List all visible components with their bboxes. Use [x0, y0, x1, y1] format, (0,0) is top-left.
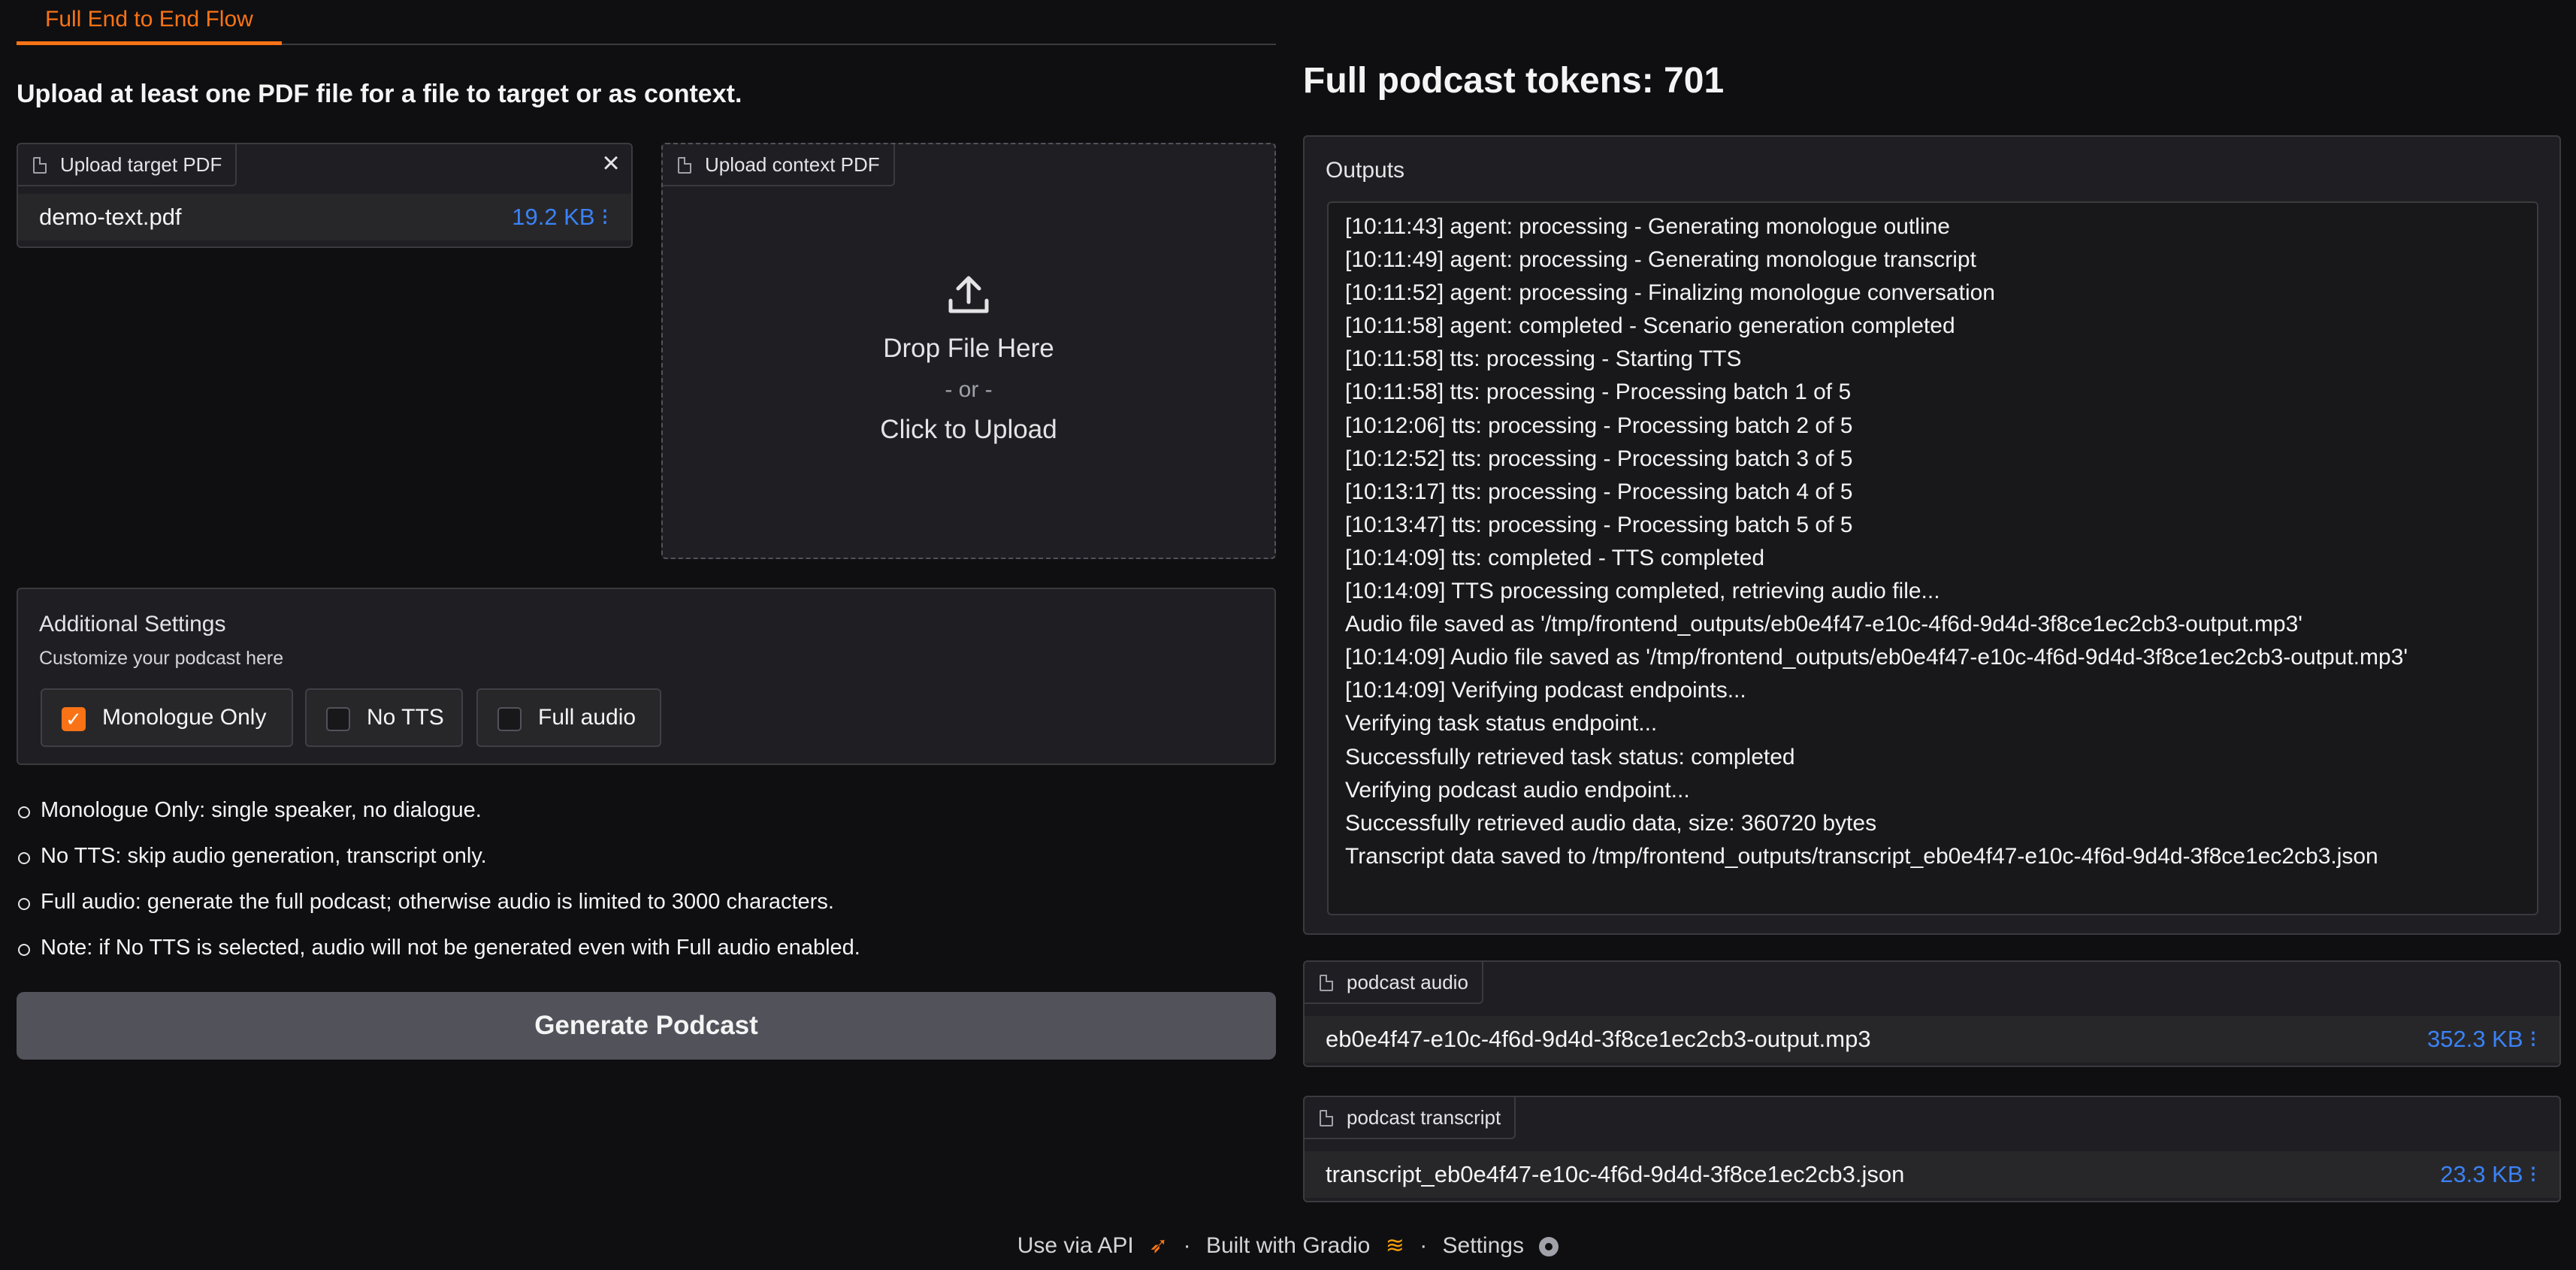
log-line: [10:12:52] tts: processing - Processing …: [1345, 446, 1853, 471]
tab-full-end-to-end-flow[interactable]: Full End to End Flow: [17, 0, 282, 45]
outputs-panel: Outputs [10:11:43] agent: processing - G…: [1303, 135, 2561, 935]
podcast-audio-file: podcast audio eb0e4f47-e10c-4f6d-9d4d-3f…: [1303, 960, 2561, 1067]
podcast-audio-label: podcast audio: [1305, 962, 1483, 1004]
podcast-transcript-file: podcast transcript transcript_eb0e4f47-e…: [1303, 1096, 2561, 1202]
podcast-transcript-filename[interactable]: transcript_eb0e4f47-e10c-4f6d-9d4d-3f8ce…: [1326, 1151, 1904, 1198]
upload-instruction: Upload at least one PDF file for a file …: [17, 80, 742, 108]
settings-subtitle: Customize your podcast here: [39, 648, 284, 669]
gradio-logo-icon: ≋: [1385, 1233, 1404, 1258]
tab-bar: Full End to End Flow: [17, 0, 1276, 45]
podcast-audio-size[interactable]: 352.3 KB ⁝: [2427, 1016, 2537, 1063]
log-line: [10:11:58] tts: processing - Processing …: [1345, 379, 1852, 405]
settings-title: Additional Settings: [39, 612, 226, 637]
checkbox-box[interactable]: [497, 707, 522, 731]
log-line: [10:11:58] tts: processing - Starting TT…: [1345, 346, 1742, 372]
log-line: [10:11:58] agent: completed - Scenario g…: [1345, 313, 1955, 339]
note-item: Full audio: generate the full podcast; o…: [17, 887, 860, 933]
file-icon: [1320, 975, 1333, 991]
log-line: Successfully retrieved audio data, size:…: [1345, 810, 1877, 836]
target-file-size[interactable]: 19.2 KB ⁝: [512, 194, 609, 240]
podcast-audio-label-text: podcast audio: [1347, 971, 1468, 993]
podcast-transcript-row: transcript_eb0e4f47-e10c-4f6d-9d4d-3f8ce…: [1305, 1151, 2559, 1198]
additional-settings-panel: Additional Settings Customize your podca…: [17, 588, 1276, 765]
full-audio-label: Full audio: [538, 705, 636, 730]
footer: Use via API ➶ · Built with Gradio ≋ · Se…: [0, 1232, 2576, 1259]
note-item: Note: if No TTS is selected, audio will …: [17, 933, 860, 978]
or-text: - or -: [945, 377, 993, 402]
log-line: [10:14:09] TTS processing completed, ret…: [1345, 579, 1940, 604]
upload-icon: [948, 276, 989, 313]
tokens-heading: Full podcast tokens: 701: [1303, 61, 1725, 101]
target-pdf-upload: Upload target PDF × demo-text.pdf 19.2 K…: [17, 143, 633, 248]
generate-podcast-button[interactable]: Generate Podcast: [17, 992, 1276, 1060]
podcast-audio-row: eb0e4f47-e10c-4f6d-9d4d-3f8ce1ec2cb3-out…: [1305, 1016, 2559, 1063]
drop-file-text: Drop File Here: [883, 334, 1054, 363]
full-audio-checkbox[interactable]: Full audio: [476, 688, 661, 747]
log-line: [10:13:17] tts: processing - Processing …: [1345, 479, 1853, 504]
clear-file-button[interactable]: ×: [594, 147, 628, 182]
outputs-label: Outputs: [1326, 158, 1405, 183]
file-icon: [678, 157, 691, 174]
outputs-log[interactable]: [10:11:43] agent: processing - Generatin…: [1327, 201, 2538, 915]
built-with-gradio-link[interactable]: Built with Gradio: [1206, 1233, 1370, 1258]
target-pdf-label: Upload target PDF: [18, 144, 237, 186]
log-line: [10:14:09] Verifying podcast endpoints..…: [1345, 678, 1746, 703]
file-icon: [1320, 1110, 1333, 1126]
log-line: [10:11:49] agent: processing - Generatin…: [1345, 247, 1976, 273]
log-line: [10:14:09] tts: completed - TTS complete…: [1345, 545, 1765, 570]
rocket-icon: ➶: [1149, 1233, 1169, 1258]
note-item: No TTS: skip audio generation, transcrip…: [17, 841, 860, 887]
no-tts-checkbox[interactable]: No TTS: [305, 688, 463, 747]
log-line: Verifying task status endpoint...: [1345, 711, 1658, 736]
podcast-transcript-label-text: podcast transcript: [1347, 1106, 1501, 1129]
log-line: [10:14:09] Audio file saved as '/tmp/fro…: [1345, 645, 2408, 670]
log-line: Transcript data saved to /tmp/frontend_o…: [1345, 843, 2378, 869]
log-line: Verifying podcast audio endpoint...: [1345, 777, 1690, 803]
checkbox-box[interactable]: [326, 707, 350, 731]
settings-notes: Monologue Only: single speaker, no dialo…: [17, 795, 860, 978]
file-icon: [33, 157, 47, 174]
log-line: [10:12:06] tts: processing - Processing …: [1345, 413, 1853, 438]
podcast-transcript-label: podcast transcript: [1305, 1097, 1516, 1139]
context-pdf-dropzone[interactable]: Upload context PDF Drop File Here - or -…: [661, 143, 1276, 559]
monologue-only-label: Monologue Only: [102, 705, 267, 730]
log-line: [10:11:43] agent: processing - Generatin…: [1345, 214, 1950, 239]
context-pdf-label: Upload context PDF: [663, 144, 895, 186]
gear-icon: [1539, 1237, 1559, 1257]
checkmark-icon[interactable]: ✓: [62, 707, 86, 731]
use-via-api-link[interactable]: Use via API: [1017, 1233, 1134, 1258]
log-line: [10:13:47] tts: processing - Processing …: [1345, 512, 1853, 537]
context-pdf-label-text: Upload context PDF: [705, 153, 880, 176]
footer-separator: ·: [1420, 1233, 1428, 1258]
click-to-upload-text: Click to Upload: [880, 415, 1057, 444]
footer-separator: ·: [1183, 1233, 1191, 1258]
log-line: Successfully retrieved task status: comp…: [1345, 744, 1795, 770]
log-line: [10:11:52] agent: processing - Finalizin…: [1345, 280, 1995, 306]
log-line: Audio file saved as '/tmp/frontend_outpu…: [1345, 612, 2302, 637]
podcast-transcript-size[interactable]: 23.3 KB ⁝: [2440, 1151, 2537, 1198]
target-file-row: demo-text.pdf 19.2 KB ⁝: [18, 194, 631, 240]
podcast-audio-filename[interactable]: eb0e4f47-e10c-4f6d-9d4d-3f8ce1ec2cb3-out…: [1326, 1016, 1871, 1063]
target-filename[interactable]: demo-text.pdf: [39, 194, 182, 240]
settings-link[interactable]: Settings: [1443, 1233, 1524, 1258]
monologue-only-checkbox[interactable]: ✓ Monologue Only: [41, 688, 293, 747]
note-item: Monologue Only: single speaker, no dialo…: [17, 795, 860, 841]
target-pdf-label-text: Upload target PDF: [60, 153, 222, 176]
no-tts-label: No TTS: [367, 705, 444, 730]
